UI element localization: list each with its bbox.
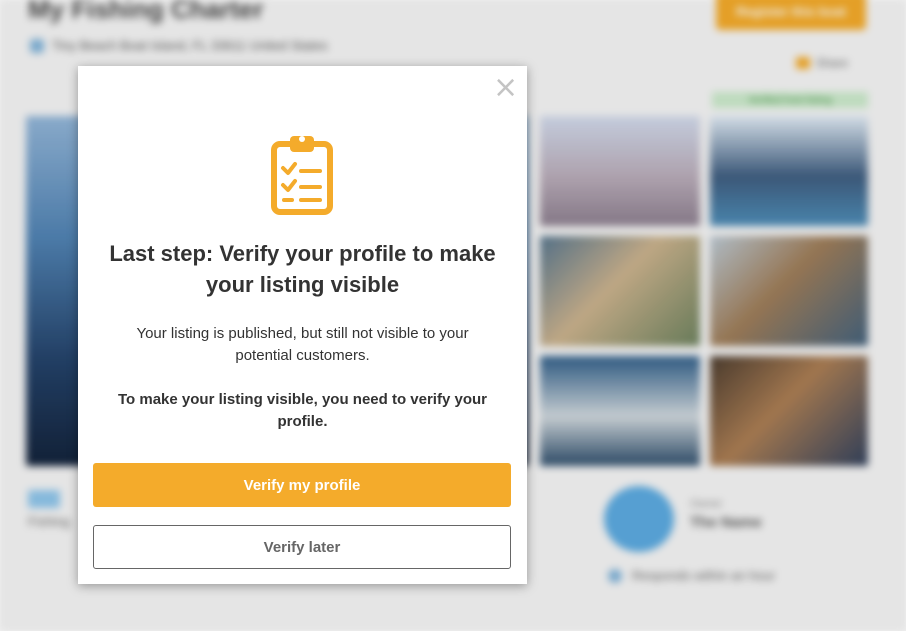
modal-body-text: Your listing is published, but still not… (136, 325, 469, 364)
close-icon[interactable]: × (493, 73, 518, 103)
modal-emphasis-text: To make your listing visible, you need t… (118, 391, 487, 430)
clipboard-checklist-icon (270, 134, 334, 216)
verify-profile-button[interactable]: Verify my profile (93, 463, 511, 507)
verify-later-button[interactable]: Verify later (93, 525, 511, 569)
modal-title: Last step: Verify your profile to make y… (109, 241, 496, 297)
verify-profile-modal: × Last step: Verify your profile to make… (78, 66, 527, 584)
